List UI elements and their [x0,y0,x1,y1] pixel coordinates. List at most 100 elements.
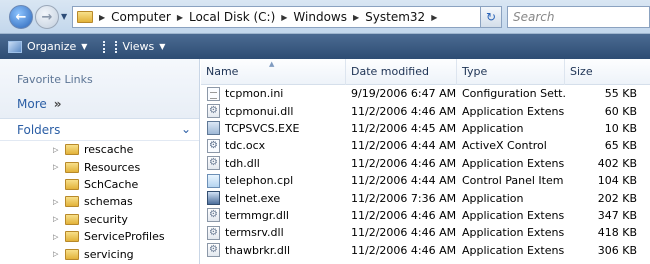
file-type: Configuration Sett... [462,87,565,101]
dll-file-icon [207,208,220,223]
folder-icon [65,196,79,208]
file-row[interactable]: tcpmonui.dll 11/2/2006 4:46 AM Applicati… [201,102,650,119]
file-type: Control Panel Item [462,174,564,188]
tree-item-rescache[interactable]: ▷ rescache [0,141,199,158]
breadcrumb-local-disk[interactable]: Local Disk (C:) [189,10,275,24]
tree-item-security[interactable]: ▷ security [0,211,199,228]
column-header-date-modified[interactable]: Date modified [346,58,457,85]
folder-icon [65,213,79,225]
file-type: Application [462,121,524,135]
file-type: Application [462,191,524,205]
file-size: 202 KB [597,191,637,205]
file-type: Application Extens... [462,156,565,170]
file-name: termsrv.dll [225,226,284,240]
file-name: tcpmonui.dll [225,104,294,118]
forward-button[interactable]: → [35,5,59,29]
file-date: 11/2/2006 4:46 AM [351,156,457,170]
telnet-exe-icon [207,191,220,206]
chevron-down-icon: ▼ [159,42,166,51]
breadcrumb-separator-icon[interactable]: ▶ [353,13,359,22]
file-name: tdc.ocx [225,139,266,153]
file-type: Application Extens... [462,208,565,222]
file-name: termmgr.dll [225,208,289,222]
file-name: telnet.exe [225,191,281,205]
tree-item-label: SchCache [84,177,139,191]
expand-arrow-icon[interactable]: ▷ [53,250,63,258]
breadcrumb-separator-icon[interactable]: ▶ [99,13,105,22]
more-link[interactable]: More » [17,97,199,111]
breadcrumb-separator-icon[interactable]: ▶ [431,13,437,22]
dll-file-icon [207,243,220,258]
recent-pages-dropdown-icon[interactable]: ▼ [61,12,67,21]
favorite-links-section: Favorite Links More » [0,59,199,119]
tree-item-label: rescache [84,143,134,157]
tree-item-label: Resources [84,160,141,174]
breadcrumb-computer[interactable]: Computer [111,10,171,24]
file-date: 11/2/2006 4:45 AM [351,121,457,135]
file-row[interactable]: thawbrkr.dll 11/2/2006 4:46 AM Applicati… [201,242,650,259]
ini-file-icon [207,86,220,101]
dll-file-icon [207,225,220,240]
file-date: 11/2/2006 4:46 AM [351,208,457,222]
file-size: 418 KB [597,226,637,240]
file-size: 402 KB [597,156,637,170]
tree-item-resources[interactable]: ▷ Resources [0,158,199,175]
file-row[interactable]: telephon.cpl 11/2/2006 4:44 AM Control P… [201,172,650,189]
expand-arrow-icon[interactable]: ▷ [53,198,63,206]
folder-icon [77,11,93,23]
folders-header[interactable]: Folders ⌄ [0,119,199,141]
file-name: tdh.dll [225,156,260,170]
expand-arrow-icon[interactable]: ▷ [53,215,63,223]
tree-item-label: ServiceProfiles [84,230,165,244]
organize-icon [8,40,22,53]
file-row[interactable]: tcpmon.ini 9/19/2006 6:47 AM Configurati… [201,85,650,102]
file-date: 11/2/2006 4:44 AM [351,174,457,188]
tree-item-schemas[interactable]: ▷ schemas [0,193,199,210]
chevron-down-icon: ⌄ [180,122,191,136]
tree-item-label: servicing [84,247,134,261]
file-row[interactable]: termmgr.dll 11/2/2006 4:46 AM Applicatio… [201,207,650,224]
expand-arrow-icon[interactable]: ▷ [53,146,63,154]
ocx-file-icon [207,138,220,153]
dll-file-icon [207,156,220,171]
file-row[interactable]: telnet.exe 11/2/2006 7:36 AM Application… [201,189,650,206]
favorite-links-title: Favorite Links [17,73,93,86]
file-size: 55 KB [604,87,637,101]
folder-icon [65,178,79,190]
file-list: ▲ Name Date modified Type Size tcpmon.in… [201,58,650,264]
file-row[interactable]: TCPSVCS.EXE 11/2/2006 4:45 AM Applicatio… [201,120,650,137]
file-size: 306 KB [597,243,637,257]
file-row[interactable]: tdh.dll 11/2/2006 4:46 AM Application Ex… [201,155,650,172]
breadcrumb-separator-icon[interactable]: ▶ [177,13,183,22]
file-type: Application Extens... [462,226,565,240]
column-header-type[interactable]: Type [457,58,565,85]
file-size: 10 KB [604,121,637,135]
tree-item-label: security [84,212,128,226]
views-button[interactable]: Views ▼ [103,40,165,53]
file-size: 65 KB [604,139,637,153]
file-row[interactable]: tdc.ocx 11/2/2006 4:44 AM ActiveX Contro… [201,137,650,154]
cpl-file-icon [207,173,220,188]
breadcrumb-windows[interactable]: Windows [293,10,347,24]
column-header-size[interactable]: Size [565,59,650,85]
refresh-button[interactable]: ↻ [480,6,502,28]
tree-item-schcache[interactable]: SchCache [0,176,199,193]
expand-arrow-icon[interactable]: ▷ [53,163,63,171]
file-row[interactable]: termsrv.dll 11/2/2006 4:46 AM Applicatio… [201,224,650,241]
file-size: 347 KB [597,208,637,222]
file-date: 11/2/2006 7:36 AM [351,191,457,205]
file-name: tcpmon.ini [225,87,284,101]
file-type: ActiveX Control [462,139,547,153]
file-size: 60 KB [604,104,637,118]
refresh-icon: ↻ [485,10,497,24]
expand-arrow-icon[interactable]: ▷ [53,233,63,241]
address-bar[interactable]: ▶ Computer ▶ Local Disk (C:) ▶ Windows ▶… [72,6,500,28]
breadcrumb-separator-icon[interactable]: ▶ [281,13,287,22]
search-input[interactable]: Search [507,6,650,28]
search-placeholder: Search [513,10,555,24]
breadcrumb-system32[interactable]: System32 [365,10,425,24]
tree-item-serviceprofiles[interactable]: ▷ ServiceProfiles [0,228,199,245]
back-button[interactable]: ← [9,5,33,29]
tree-item-servicing[interactable]: ▷ servicing [0,245,199,262]
organize-button[interactable]: Organize ▼ [8,40,87,53]
